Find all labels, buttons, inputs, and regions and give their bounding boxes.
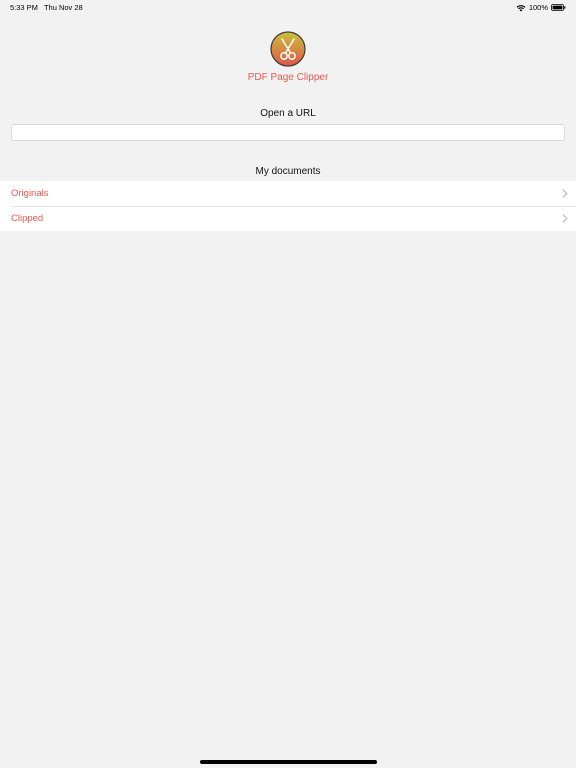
chevron-right-icon — [562, 189, 568, 198]
status-time: 5:33 PM — [10, 3, 38, 12]
wifi-icon — [516, 4, 526, 11]
chevron-right-icon — [562, 214, 568, 223]
clipped-label: Clipped — [11, 213, 44, 224]
battery-percent: 100% — [528, 3, 548, 12]
battery-icon — [551, 4, 566, 11]
status-right: 100% — [516, 3, 566, 12]
list-item-clipped[interactable]: Clipped — [0, 206, 576, 231]
app-screen: 5:33 PM Thu Nov 28 100% PDF Page Clipper… — [0, 0, 576, 768]
url-input[interactable] — [11, 124, 565, 141]
open-url-heading: Open a URL — [260, 108, 316, 119]
originals-label: Originals — [11, 188, 49, 199]
status-bar: 5:33 PM Thu Nov 28 100% — [0, 0, 576, 14]
status-left: 5:33 PM Thu Nov 28 — [10, 3, 83, 12]
home-indicator[interactable] — [200, 760, 377, 764]
my-documents-heading: My documents — [255, 166, 321, 177]
list-item-originals[interactable]: Originals — [0, 181, 576, 206]
status-date: Thu Nov 28 — [43, 3, 83, 12]
scissors-icon — [270, 31, 306, 67]
documents-list: Originals Clipped — [0, 181, 576, 231]
app-title: PDF Page Clipper — [247, 72, 329, 83]
